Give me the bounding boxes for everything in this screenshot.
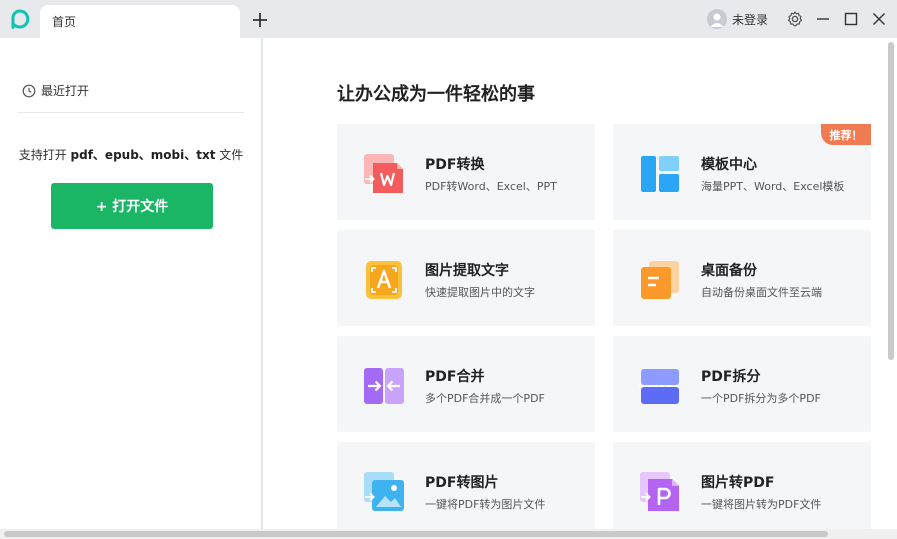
close-icon[interactable] [870,10,888,28]
new-tab-icon[interactable] [250,10,270,30]
desktop-backup-icon [641,261,679,299]
card-desc: 多个PDF合并成一个PDF [425,392,545,405]
main-panel: 让办公成为一件轻松的事 PDF转换 PDF转Word、Excel、PPT 模板中… [263,38,897,529]
settings-gear-icon[interactable] [786,10,804,28]
card-desc: 自动备份桌面文件至云端 [701,286,822,299]
title-bar: 首页 未登录 [0,0,897,38]
sidebar: 最近打开 支持打开 pdf、epub、mobi、txt 文件 + 打开文件 [0,38,262,529]
app-logo-icon [11,9,30,29]
card-title: PDF拆分 [701,369,761,385]
clock-icon [22,84,36,97]
maximize-icon[interactable] [842,10,860,28]
card-pdf-convert[interactable]: PDF转换 PDF转Word、Excel、PPT [337,124,595,220]
user-status-label: 未登录 [732,12,769,27]
recent-files-label: 最近打开 [41,84,90,98]
split-icon [639,369,681,404]
user-login[interactable]: 未登录 [707,9,768,29]
card-desc: 一键将PDF转为图片文件 [425,498,546,511]
recent-files-link[interactable]: 最近打开 [22,82,89,99]
supported-formats-text: 支持打开 pdf、epub、mobi、txt 文件 [0,146,262,163]
card-title: 图片转PDF [701,475,775,491]
card-title: PDF转图片 [425,475,499,491]
card-title: PDF转换 [425,157,485,173]
card-pdf-merge[interactable]: PDF合并 多个PDF合并成一个PDF [337,336,595,432]
open-file-button[interactable]: + 打开文件 [51,183,213,229]
recommend-badge: 推荐！ [821,124,871,145]
card-title: 模板中心 [701,157,757,173]
sidebar-divider [18,112,244,113]
avatar-icon [707,9,727,29]
card-desc: 海量PPT、Word、Excel模板 [701,180,845,193]
merge-icon [364,368,404,404]
card-desc: 快速提取图片中的文字 [425,286,535,299]
tab-home[interactable]: 首页 [40,5,240,38]
card-desc: 一个PDF拆分为多个PDF [701,392,821,405]
card-desc: PDF转Word、Excel、PPT [425,180,557,193]
minimize-icon[interactable] [814,10,832,28]
support-formats: pdf、epub、mobi、txt [70,148,216,162]
card-image-ocr[interactable]: 图片提取文字 快速提取图片中的文字 [337,230,595,326]
ocr-icon [366,261,402,299]
page-title: 让办公成为一件轻松的事 [337,84,535,105]
horizontal-scrollbar[interactable] [0,529,897,539]
support-prefix: 支持打开 [18,148,71,162]
tab-home-label: 首页 [52,15,77,29]
card-title: PDF合并 [425,369,485,385]
card-title: 桌面备份 [701,263,757,279]
card-desc: 一键将图片转为PDF文件 [701,498,822,511]
support-suffix: 文件 [215,148,244,162]
card-desktop-backup[interactable]: 桌面备份 自动备份桌面文件至云端 [613,230,871,326]
pdf-to-word-icon [364,154,403,193]
image-to-pdf-icon [640,472,679,511]
card-pdf-to-image[interactable]: PDF转图片 一键将PDF转为图片文件 [337,442,595,529]
vertical-scroll-thumb[interactable] [888,42,894,360]
horizontal-scroll-thumb[interactable] [4,531,828,537]
card-pdf-split[interactable]: PDF拆分 一个PDF拆分为多个PDF [613,336,871,432]
vertical-scrollbar[interactable] [886,38,897,529]
card-template-center[interactable]: 模板中心 海量PPT、Word、Excel模板 推荐！ [613,124,871,220]
card-image-to-pdf[interactable]: 图片转PDF 一键将图片转为PDF文件 [613,442,871,529]
pdf-to-image-icon [364,472,404,511]
card-title: 图片提取文字 [425,263,509,279]
template-icon [641,156,679,192]
